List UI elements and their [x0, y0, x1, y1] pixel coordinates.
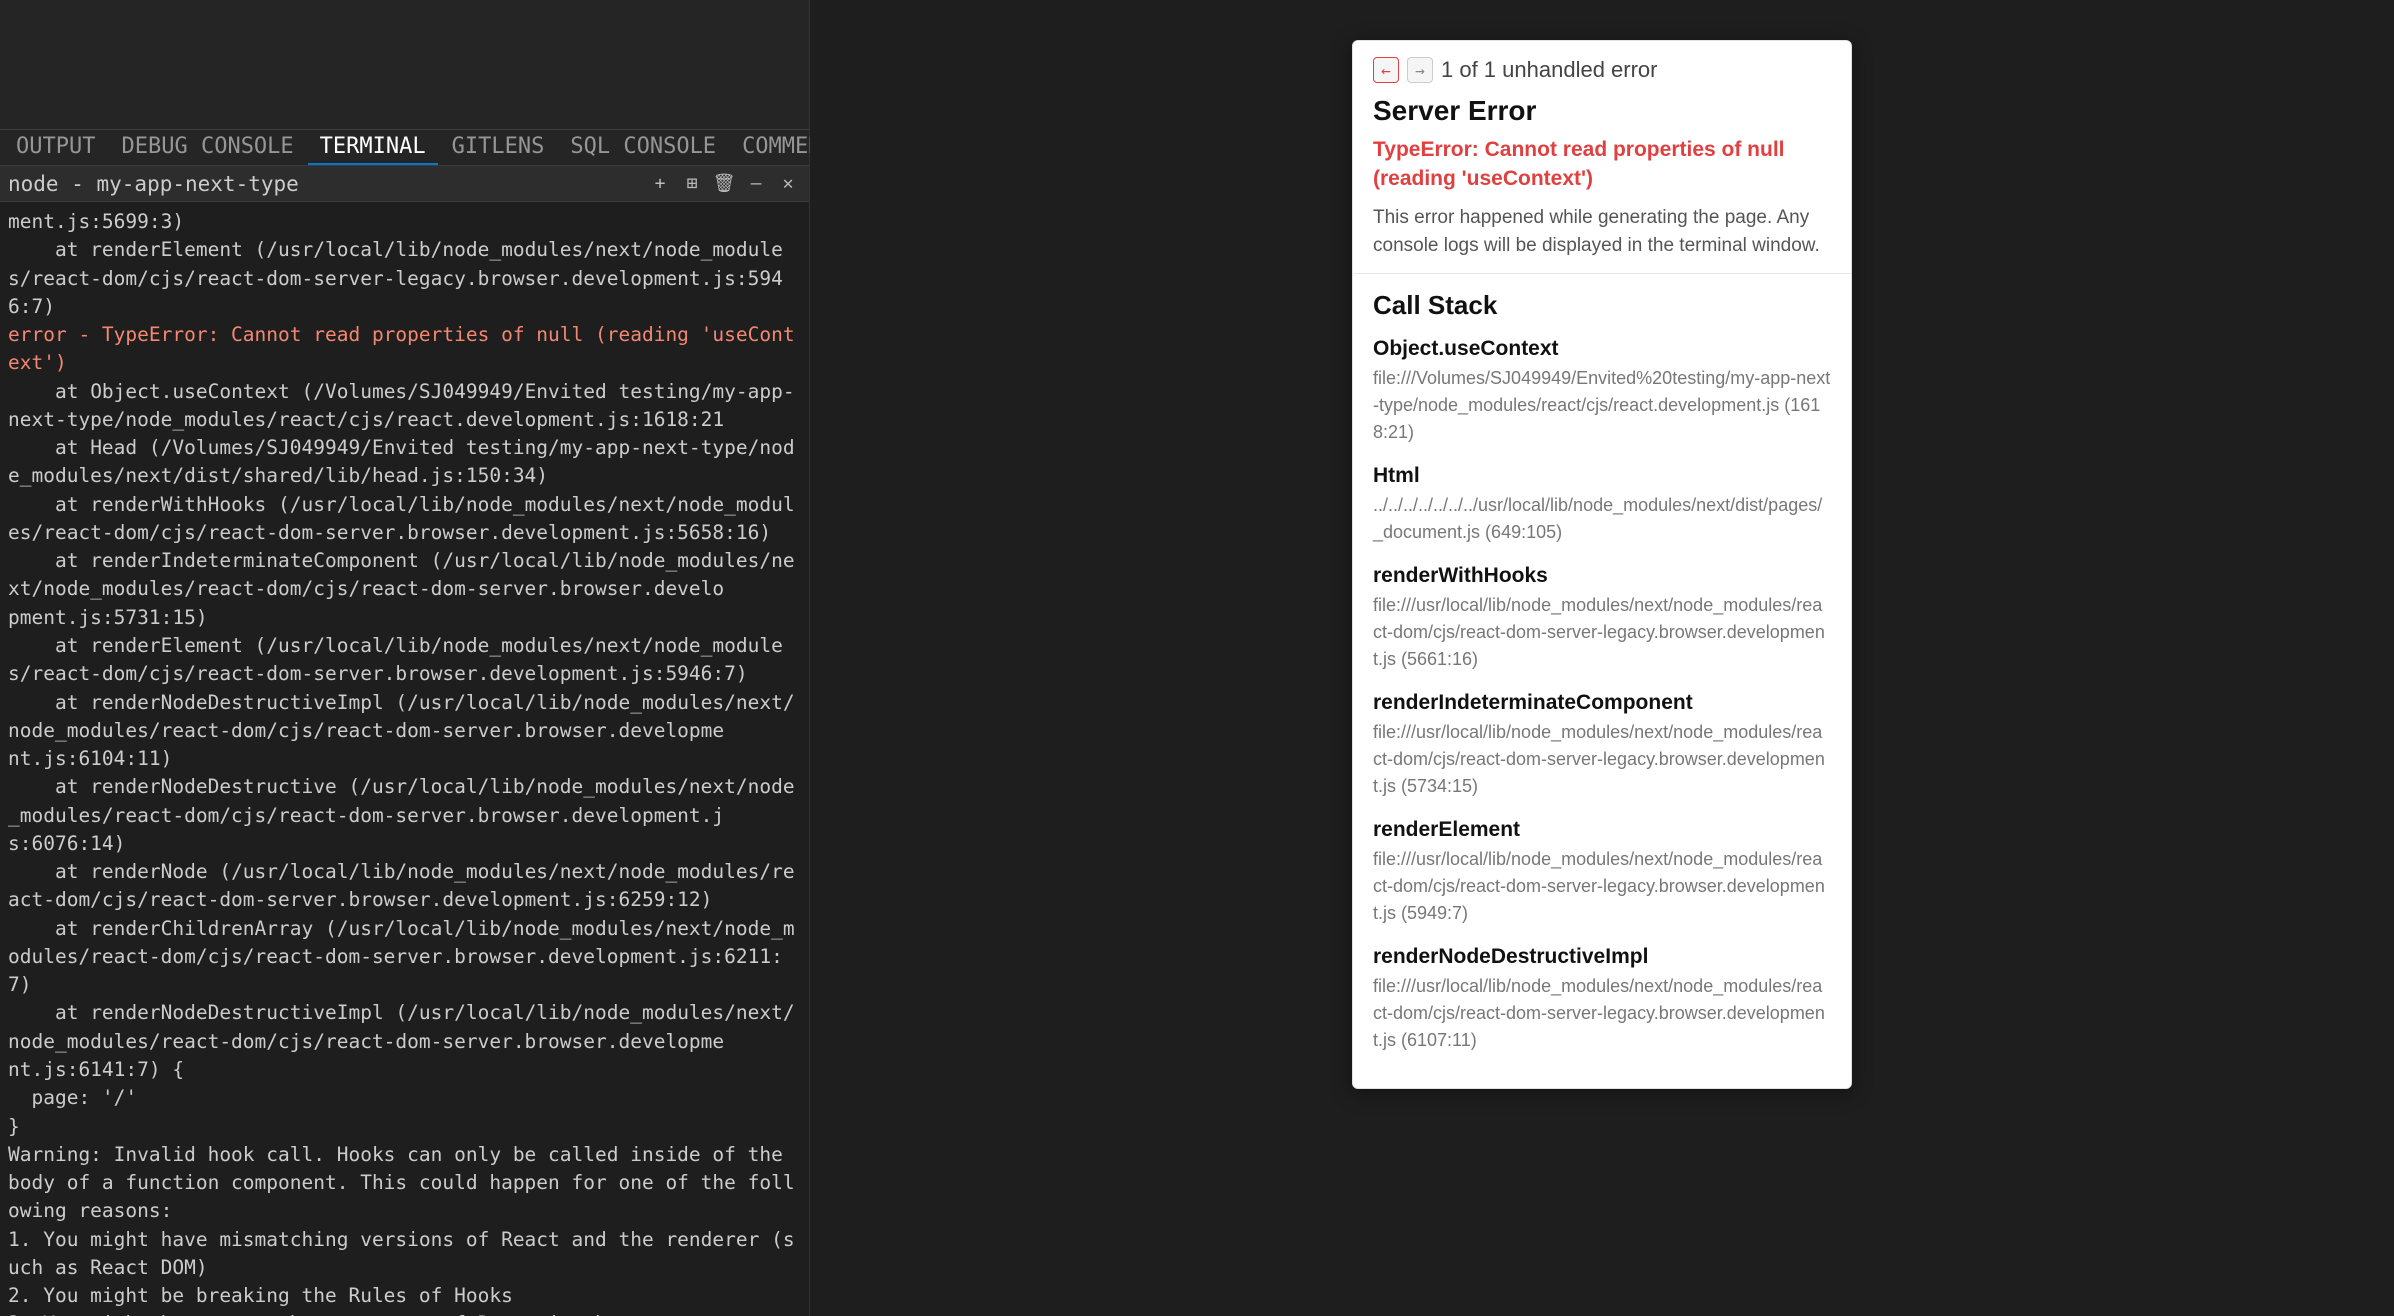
terminal-content[interactable]: ment.js:5699:3) at renderElement (/usr/l… [0, 202, 809, 1316]
stack-frame: Html ../../../../../../../usr/local/lib/n… [1373, 464, 1831, 546]
frame-name: Object.useContext [1373, 337, 1831, 361]
terminal-line: nt.js:6141:7) { [8, 1056, 801, 1084]
error-card-header: ← → 1 of 1 unhandled error Server Error … [1353, 41, 1851, 274]
terminal-line: 2. You might be breaking the Rules of Ho… [8, 1282, 801, 1310]
frame-path: file:///usr/local/lib/node_modules/next/… [1373, 592, 1831, 673]
terminal-line: ment.js:5699:3) [8, 208, 801, 236]
tab-output[interactable]: OUTPUT [4, 130, 107, 165]
close-icon[interactable]: ✕ [775, 171, 801, 197]
error-count: 1 of 1 unhandled error [1441, 57, 1658, 83]
terminal-line: } [8, 1113, 801, 1141]
terminal-line: at renderElement (/usr/local/lib/node_mo… [8, 236, 801, 321]
call-stack-title: Call Stack [1373, 290, 1831, 321]
stack-frame: Object.useContext file:///Volumes/SJ04994… [1373, 337, 1831, 446]
terminal-line: 1. You might have mismatching versions o… [8, 1226, 801, 1283]
tab-bar: OUTPUTDEBUG CONSOLETERMINALGITLENSSQL CO… [0, 130, 809, 166]
frame-name: renderWithHooks [1373, 564, 1831, 588]
stack-frame: renderElement file:///usr/local/lib/node_… [1373, 818, 1831, 927]
tab-terminal[interactable]: TERMINAL [308, 130, 438, 165]
frame-path: file:///usr/local/lib/node_modules/next/… [1373, 719, 1831, 800]
frame-name: renderIndeterminateComponent [1373, 691, 1831, 715]
error-prev-button[interactable]: ← [1373, 57, 1399, 83]
terminal-line: pment.js:5731:15) [8, 604, 801, 632]
terminal-line: nt.js:6104:11) [8, 745, 801, 773]
frame-name: renderNodeDestructiveImpl [1373, 945, 1831, 969]
error-card: ← → 1 of 1 unhandled error Server Error … [1352, 40, 1852, 1089]
frame-path: file:///usr/local/lib/node_modules/next/… [1373, 846, 1831, 927]
error-nav: ← → 1 of 1 unhandled error [1373, 57, 1831, 83]
error-panel: ← → 1 of 1 unhandled error Server Error … [810, 0, 2394, 1316]
terminal-line: page: '/' [8, 1084, 801, 1112]
frame-name: renderElement [1373, 818, 1831, 842]
frame-path: file:///Volumes/SJ049949/Envited%20testi… [1373, 365, 1831, 446]
stack-frame: renderWithHooks file:///usr/local/lib/nod… [1373, 564, 1831, 673]
error-description: This error happened while generating the… [1373, 204, 1831, 261]
terminal-label: node - my-app-next-type [8, 172, 641, 196]
terminal-line: at renderNodeDestructiveImpl (/usr/local… [8, 999, 801, 1056]
terminal-line: at renderIndeterminateComponent (/usr/lo… [8, 547, 801, 604]
terminal-panel: OUTPUTDEBUG CONSOLETERMINALGITLENSSQL CO… [0, 0, 810, 1316]
error-title: Server Error [1373, 95, 1831, 127]
error-type: TypeError: Cannot read properties of nul… [1373, 135, 1831, 194]
terminal-line: error - TypeError: Cannot read propertie… [8, 321, 801, 378]
stack-frame: renderIndeterminateComponent file:///usr/… [1373, 691, 1831, 800]
terminal-line: s:6076:14) [8, 830, 801, 858]
terminal-line: at renderWithHooks (/usr/local/lib/node_… [8, 491, 801, 548]
frame-path: ../../../../../../../usr/local/lib/node_… [1373, 492, 1831, 546]
terminal-line: at renderChildrenArray (/usr/local/lib/n… [8, 915, 801, 1000]
terminal-line: at renderNodeDestructive (/usr/local/lib… [8, 773, 801, 830]
terminal-line: at Object.useContext (/Volumes/SJ049949/… [8, 378, 801, 435]
trash-icon[interactable]: 🗑 [711, 171, 737, 197]
terminal-line: at Head (/Volumes/SJ049949/Envited testi… [8, 434, 801, 491]
add-terminal-icon[interactable]: + [647, 171, 673, 197]
call-stack-section: Call Stack Object.useContext file:///Volu… [1353, 274, 1851, 1088]
tab-debug-console[interactable]: DEBUG CONSOLE [109, 130, 305, 165]
stack-frame: renderNodeDestructiveImpl file:///usr/loc… [1373, 945, 1831, 1054]
frame-name: Html [1373, 464, 1831, 488]
frame-path: file:///usr/local/lib/node_modules/next/… [1373, 973, 1831, 1054]
terminal-toolbar: node - my-app-next-type + ⊞ 🗑 — ✕ [0, 166, 809, 202]
tab-sql-console[interactable]: SQL CONSOLE [558, 130, 728, 165]
minimize-icon[interactable]: — [743, 171, 769, 197]
terminal-line: 3. You might have more than one copy of … [8, 1310, 801, 1316]
terminal-line: at renderElement (/usr/local/lib/node_mo… [8, 632, 801, 689]
split-terminal-icon[interactable]: ⊞ [679, 171, 705, 197]
terminal-line: at renderNode (/usr/local/lib/node_modul… [8, 858, 801, 915]
terminal-line: at renderNodeDestructiveImpl (/usr/local… [8, 689, 801, 746]
tab-gitlens[interactable]: GITLENS [440, 130, 557, 165]
stack-frames: Object.useContext file:///Volumes/SJ04994… [1373, 337, 1831, 1054]
terminal-line: Warning: Invalid hook call. Hooks can on… [8, 1141, 801, 1226]
app-chrome [0, 0, 809, 130]
error-next-button[interactable]: → [1407, 57, 1433, 83]
